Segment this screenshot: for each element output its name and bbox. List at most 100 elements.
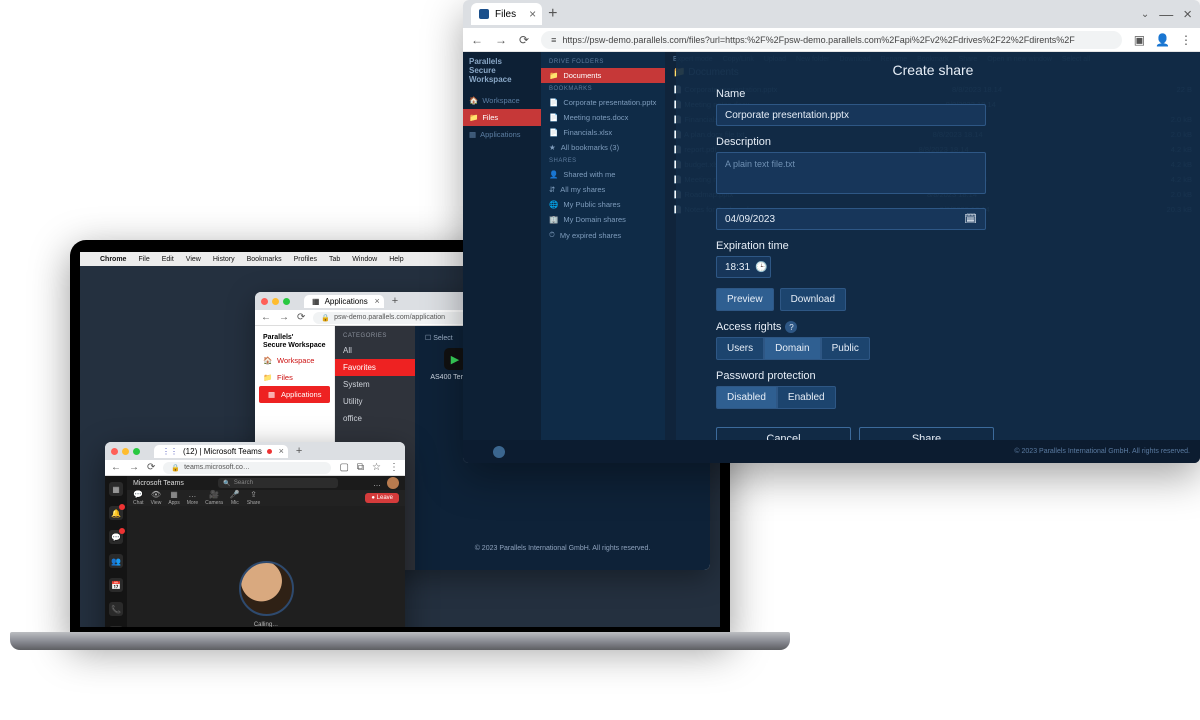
kebab-icon[interactable]: ⋮ bbox=[1180, 33, 1192, 47]
menu-bookmarks[interactable]: Bookmarks bbox=[247, 256, 282, 263]
zoom-icon[interactable] bbox=[283, 298, 290, 305]
toolbar-camera[interactable]: 🎥Camera bbox=[205, 490, 223, 506]
browser-tab-teams[interactable]: ⋮⋮ (12) | Microsoft Teams × bbox=[154, 445, 288, 458]
new-tab-button[interactable]: + bbox=[296, 445, 302, 457]
close-icon[interactable]: × bbox=[1183, 6, 1192, 23]
new-tab-button[interactable]: + bbox=[392, 295, 398, 307]
rail-calls-icon[interactable]: 📞 bbox=[109, 602, 123, 616]
category-favorites[interactable]: Favorites bbox=[335, 359, 415, 376]
panel-icon[interactable]: ▣ bbox=[1134, 33, 1145, 47]
share-item[interactable]: 🏢 My Domain shares bbox=[541, 212, 665, 227]
menu-file[interactable]: File bbox=[138, 256, 149, 263]
sidebar-item-files[interactable]: 📁Files bbox=[463, 109, 541, 126]
rail-activity-icon[interactable]: 🔔 bbox=[109, 506, 123, 520]
bookmark-item[interactable]: 📄 Meeting notes.docx bbox=[541, 110, 665, 125]
sidebar-item-applications[interactable]: ▦Applications bbox=[463, 126, 541, 143]
back-icon[interactable]: ← bbox=[471, 33, 483, 47]
rail-files-icon[interactable]: 📁 bbox=[109, 626, 123, 627]
minimize-icon[interactable]: — bbox=[1159, 6, 1173, 22]
menubar-app[interactable]: Chrome bbox=[100, 256, 126, 263]
reload-icon[interactable]: ⟳ bbox=[147, 462, 155, 473]
browser-tab-applications[interactable]: ▦ Applications × bbox=[304, 295, 384, 308]
chevron-down-icon[interactable]: ⌄ bbox=[1141, 9, 1149, 20]
share-item[interactable]: ⏱ My expired shares bbox=[541, 227, 665, 243]
menu-view[interactable]: View bbox=[186, 256, 201, 263]
back-icon[interactable]: ← bbox=[111, 462, 121, 473]
url-field[interactable]: 🔒 teams.microsoft.co… bbox=[163, 462, 331, 474]
rail-grid-icon[interactable]: ▦ bbox=[109, 482, 123, 496]
menu-help[interactable]: Help bbox=[389, 256, 403, 263]
pwd-disabled[interactable]: Disabled bbox=[716, 386, 777, 409]
rail-teams-icon[interactable]: 👥 bbox=[109, 554, 123, 568]
expiration-date-input[interactable]: 04/09/2023 🗓 bbox=[716, 208, 986, 230]
category-office[interactable]: office bbox=[335, 410, 415, 427]
toolbar-more[interactable]: …More bbox=[187, 490, 198, 506]
bookmark-item[interactable]: 📄 Financials.xlsx bbox=[541, 125, 665, 140]
category-system[interactable]: System bbox=[335, 376, 415, 393]
minimize-icon[interactable] bbox=[272, 298, 279, 305]
close-icon[interactable] bbox=[111, 448, 118, 455]
cast-icon[interactable]: ▢ bbox=[339, 462, 348, 473]
rights-public[interactable]: Public bbox=[821, 337, 870, 360]
url-field[interactable]: ≡ https://psw-demo.parallels.com/files?u… bbox=[541, 31, 1122, 49]
forward-icon[interactable]: → bbox=[279, 312, 289, 323]
toolbar-mic[interactable]: 🎤Mic bbox=[230, 490, 240, 506]
pip-icon[interactable]: ⧉ bbox=[357, 462, 364, 473]
category-utility[interactable]: Utility bbox=[335, 393, 415, 410]
bookmark-item[interactable]: 📄 Corporate presentation.pptx bbox=[541, 95, 665, 110]
forward-icon[interactable]: → bbox=[495, 33, 507, 47]
profile-icon[interactable]: 👤 bbox=[1155, 33, 1170, 47]
share-button[interactable]: Share bbox=[859, 427, 994, 440]
cat-documents[interactable]: 📁 Documents bbox=[541, 68, 665, 83]
name-input[interactable]: Corporate presentation.pptx bbox=[716, 104, 986, 126]
toolbar-chat[interactable]: 💬Chat bbox=[133, 490, 144, 506]
rights-users[interactable]: Users bbox=[716, 337, 764, 360]
bookmark-all[interactable]: ★ All bookmarks (3) bbox=[541, 140, 665, 155]
download-button[interactable]: Download bbox=[780, 288, 846, 311]
profile-avatar[interactable] bbox=[387, 477, 399, 489]
toolbar-view[interactable]: 👁View bbox=[151, 490, 162, 506]
sidebar-item-files[interactable]: 📁Files bbox=[255, 369, 334, 386]
star-icon[interactable]: ☆ bbox=[372, 462, 381, 473]
sidebar-item-applications[interactable]: ▦Applications bbox=[259, 386, 330, 403]
menu-profiles[interactable]: Profiles bbox=[294, 256, 317, 263]
tab-close-icon[interactable]: × bbox=[529, 7, 536, 21]
description-textarea[interactable]: A plain text file.txt bbox=[716, 152, 986, 194]
teams-search[interactable]: 🔍Search bbox=[190, 478, 367, 488]
help-icon[interactable]: ? bbox=[785, 321, 797, 333]
toolbar-share[interactable]: ⇪Share bbox=[247, 490, 260, 506]
tab-close-icon[interactable]: × bbox=[374, 296, 379, 306]
tab-close-icon[interactable]: × bbox=[279, 446, 284, 456]
share-item[interactable]: ⇵ All my shares bbox=[541, 182, 665, 197]
rail-chat-icon[interactable]: 💬 bbox=[109, 530, 123, 544]
close-icon[interactable] bbox=[261, 298, 268, 305]
share-item[interactable]: 👤 Shared with me bbox=[541, 167, 665, 182]
leave-button[interactable]: ● Leave bbox=[365, 493, 399, 503]
new-tab-button[interactable]: + bbox=[548, 5, 557, 23]
share-item[interactable]: 🌐 My Public shares bbox=[541, 197, 665, 212]
menu-edit[interactable]: Edit bbox=[162, 256, 174, 263]
category-all[interactable]: All bbox=[335, 342, 415, 359]
sidebar-item-workspace[interactable]: 🏠Workspace bbox=[255, 352, 334, 369]
reload-icon[interactable]: ⟳ bbox=[297, 312, 305, 323]
forward-icon[interactable]: → bbox=[129, 462, 139, 473]
menu-history[interactable]: History bbox=[213, 256, 235, 263]
toolbar-apps[interactable]: ▦Apps bbox=[168, 490, 179, 506]
cancel-button[interactable]: Cancel bbox=[716, 427, 851, 440]
browser-tab-files[interactable]: Files × bbox=[471, 3, 542, 25]
footer-user[interactable] bbox=[493, 446, 505, 458]
pwd-enabled[interactable]: Enabled bbox=[777, 386, 836, 409]
rights-domain[interactable]: Domain bbox=[764, 337, 820, 360]
menu-tab[interactable]: Tab bbox=[329, 256, 340, 263]
more-icon[interactable]: … bbox=[373, 479, 381, 488]
extensions-icon[interactable]: ⋮ bbox=[389, 462, 399, 473]
reload-icon[interactable]: ⟳ bbox=[519, 33, 529, 47]
expiration-time-input[interactable]: 18:31 🕒 bbox=[716, 256, 771, 278]
menu-window[interactable]: Window bbox=[352, 256, 377, 263]
sidebar-item-workspace[interactable]: 🏠Workspace bbox=[463, 92, 541, 109]
preview-button[interactable]: Preview bbox=[716, 288, 774, 311]
rail-calendar-icon[interactable]: 📅 bbox=[109, 578, 123, 592]
minimize-icon[interactable] bbox=[122, 448, 129, 455]
back-icon[interactable]: ← bbox=[261, 312, 271, 323]
select-toggle[interactable]: ☐ Select bbox=[425, 334, 453, 342]
